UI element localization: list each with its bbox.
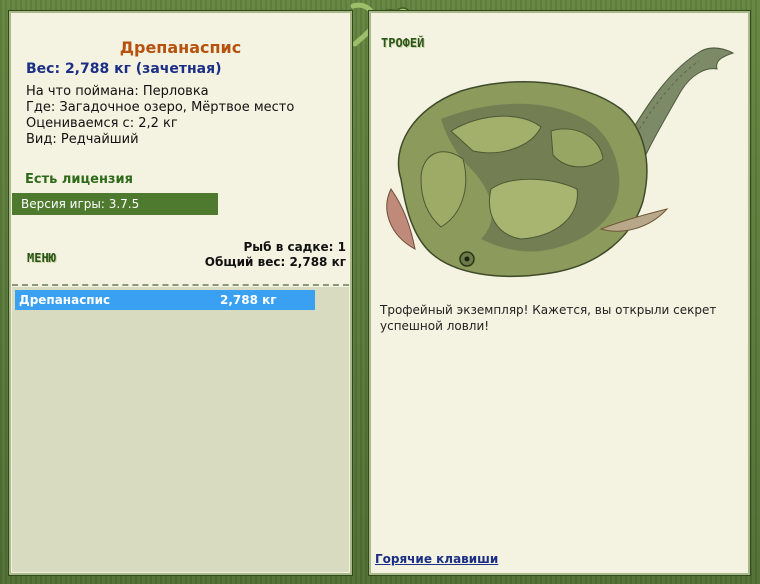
menu-button[interactable]: МЕНЮ xyxy=(27,251,56,265)
trophy-label: ТРОФЕЙ xyxy=(381,36,425,50)
trophy-panel: ТРОФЕЙ Трофейный экземпляр! Кажется, вы … xyxy=(368,10,751,576)
catch-list: Дрепанаспис 2,788 кг xyxy=(12,287,349,572)
divider xyxy=(12,284,349,286)
fish-value: Оцениваемся с: 2,2 кг xyxy=(26,116,178,131)
total-weight: Общий вес: 2,788 кг xyxy=(204,255,346,269)
license-status: Есть лицензия xyxy=(25,172,133,187)
list-item-name: Дрепанаспис xyxy=(19,293,111,307)
game-version-bar: Версия игры: 3.7.5 xyxy=(12,193,218,215)
list-item-weight: 2,788 кг xyxy=(220,293,277,307)
hotkeys-link[interactable]: Горячие клавиши xyxy=(375,552,498,566)
fish-rarity: Вид: Редчайший xyxy=(26,132,139,147)
fish-name-title: Дрепанаспис xyxy=(119,38,242,57)
fish-weight: Вес: 2,788 кг (зачетная) xyxy=(26,61,222,77)
fish-info-panel: Дрепанаспис Вес: 2,788 кг (зачетная) На … xyxy=(8,10,353,576)
fish-count: Рыб в садке: 1 xyxy=(243,240,347,254)
fish-image xyxy=(386,47,735,278)
fish-bait: На что поймана: Перловка xyxy=(26,84,209,99)
trophy-message: Трофейный экземпляр! Кажется, вы открыли… xyxy=(380,303,717,333)
fish-location: Где: Загадочное озеро, Мёртвое место xyxy=(26,100,295,115)
list-item[interactable]: Дрепанаспис 2,788 кг xyxy=(15,290,315,310)
